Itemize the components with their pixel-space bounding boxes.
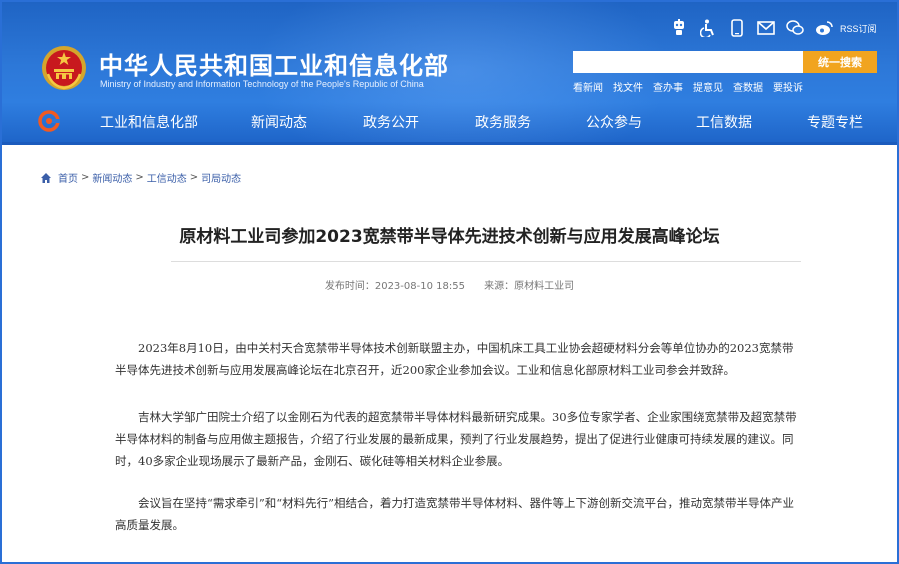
nav-item-data[interactable]: 工信数据 <box>696 112 752 132</box>
search-input[interactable] <box>573 51 803 73</box>
quick-link-data[interactable]: 查数据 <box>733 79 763 94</box>
quick-link-news[interactable]: 看新闻 <box>573 79 603 94</box>
breadcrumb-separator: > <box>81 172 90 183</box>
breadcrumb-home[interactable]: 首页 <box>58 170 78 185</box>
site-header: 中华人民共和国工业和信息化部 Ministry of Industry and … <box>2 2 897 145</box>
wechat-icon[interactable] <box>786 19 804 37</box>
article-paragraph: 会议旨在坚持“需求牵引”和“材料先行”相结合，着力打造宽禁带半导体材料、器件等上… <box>115 496 795 532</box>
quick-links: 看新闻 找文件 查办事 提意见 查数据 要投诉 <box>573 79 813 94</box>
quick-link-feedback[interactable]: 提意见 <box>693 79 723 94</box>
breadcrumb-separator: > <box>135 172 144 183</box>
title-divider <box>171 261 801 262</box>
breadcrumb-news[interactable]: 新闻动态 <box>92 170 132 185</box>
breadcrumb-ministry-news[interactable]: 工信动态 <box>147 170 187 185</box>
site-title[interactable]: 中华人民共和国工业和信息化部 <box>99 46 449 81</box>
main-nav: 工业和信息化部 新闻动态 政务公开 政务服务 公众参与 工信数据 专题专栏 <box>2 102 897 142</box>
quick-link-services[interactable]: 查办事 <box>653 79 683 94</box>
accessibility-icon[interactable] <box>699 19 717 37</box>
nav-item-government-affairs[interactable]: 政务公开 <box>363 112 419 132</box>
rss-link[interactable]: RSS订阅 <box>840 22 877 35</box>
mobile-icon[interactable] <box>728 19 746 37</box>
breadcrumb-department-news[interactable]: 司局动态 <box>201 170 241 185</box>
article-paragraph: 吉林大学邹广田院士介绍了以金刚石为代表的超宽禁带半导体材料最新研究成果。30多位… <box>115 410 797 468</box>
quick-link-documents[interactable]: 找文件 <box>613 79 643 94</box>
nav-item-miit[interactable]: 工业和信息化部 <box>100 112 198 132</box>
breadcrumb: 首页 > 新闻动态 > 工信动态 > 司局动态 <box>40 170 241 185</box>
robot-icon[interactable] <box>670 19 688 37</box>
nav-divider <box>2 142 897 145</box>
browser-frame: 中华人民共和国工业和信息化部 Ministry of Industry and … <box>0 0 899 564</box>
article-paragraph: 2023年8月10日，由中关村天合宽禁带半导体技术创新联盟主办，中国机床工具工业… <box>115 341 794 377</box>
article-title: 原材料工业司参加2023宽禁带半导体先进技术创新与应用发展高峰论坛 <box>179 227 720 247</box>
publish-time: 发布时间：2023-08-10 18:55 <box>324 281 465 292</box>
breadcrumb-separator: > <box>189 172 199 183</box>
article-source: 来源：原材料工业司 <box>484 281 575 292</box>
mail-icon[interactable] <box>757 19 775 37</box>
search-button[interactable]: 统一搜索 <box>803 51 877 73</box>
nav-item-special-topics[interactable]: 专题专栏 <box>807 112 863 132</box>
top-utility-icons: RSS订阅 <box>670 18 877 38</box>
nav-item-government-services[interactable]: 政务服务 <box>475 112 531 132</box>
nav-item-public-participation[interactable]: 公众参与 <box>586 112 642 132</box>
quick-link-complaints[interactable]: 要投诉 <box>773 79 803 94</box>
nav-item-news[interactable]: 新闻动态 <box>251 112 307 132</box>
site-logo-icon[interactable] <box>38 110 60 132</box>
article-meta: 发布时间：2023-08-10 18:55 来源：原材料工业司 <box>2 277 897 292</box>
site-subtitle: Ministry of Industry and Information Tec… <box>100 79 424 89</box>
national-emblem-icon[interactable] <box>40 44 88 92</box>
weibo-icon[interactable] <box>815 19 833 37</box>
home-icon[interactable] <box>40 172 52 184</box>
